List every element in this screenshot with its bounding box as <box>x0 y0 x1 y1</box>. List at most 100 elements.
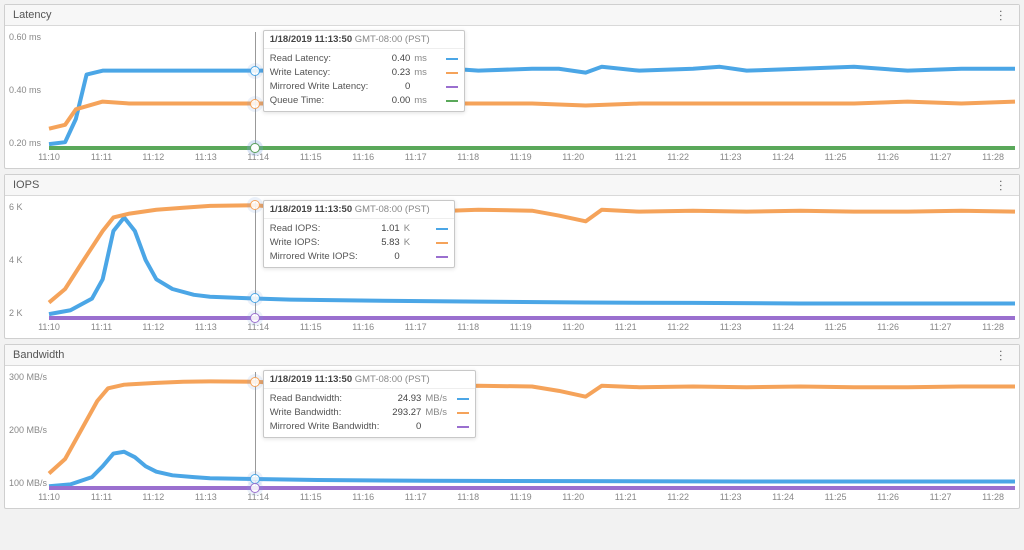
tooltip-row: Read IOPS: 1.01 K <box>270 222 448 236</box>
series-cursor-dot <box>250 99 260 109</box>
panel-title: Latency <box>13 9 52 21</box>
tooltip-label: Read Bandwidth: <box>270 392 380 406</box>
chart-area[interactable]: 0.60 ms 0.40 ms 0.20 ms 1/18/2019 11:13:… <box>5 26 1019 168</box>
tooltip-label: Mirrored Write Bandwidth: <box>270 420 380 434</box>
x-tick: 11:20 <box>562 322 584 336</box>
x-tick: 11:28 <box>982 152 1004 166</box>
x-tick: 11:11 <box>91 152 112 166</box>
plot-area[interactable] <box>49 202 1015 318</box>
kebab-menu-icon[interactable]: … <box>998 349 1011 362</box>
x-tick: 11:27 <box>930 322 952 336</box>
series-swatch <box>457 426 469 428</box>
x-tick: 11:20 <box>562 492 584 506</box>
tooltip-row: Queue Time:0.00ms <box>270 94 459 108</box>
tooltip-unit: K <box>404 222 430 236</box>
x-tick: 11:15 <box>300 492 322 506</box>
tooltip-value: 5.83 <box>362 236 400 250</box>
y-tick: 0.40 ms <box>9 85 49 95</box>
x-tick: 11:26 <box>877 322 899 336</box>
tooltip: 1/18/2019 11:13:50 GMT-08:00 (PST) Read … <box>263 370 477 438</box>
tooltip-label: Mirrored Write Latency: <box>270 80 369 94</box>
x-tick: 11:16 <box>352 492 374 506</box>
series-cursor-dot <box>250 66 260 76</box>
series-swatch <box>457 412 469 414</box>
tooltip-label: Read Latency: <box>270 52 369 66</box>
tooltip-timestamp: 1/18/2019 11:13:50 GMT-08:00 (PST) <box>264 371 476 389</box>
series-swatch <box>446 86 458 88</box>
x-tick: 11:19 <box>510 322 532 336</box>
x-tick: 11:28 <box>982 492 1004 506</box>
series-swatch <box>436 228 448 230</box>
y-tick: 4 K <box>9 255 49 265</box>
x-tick: 11:21 <box>615 492 637 506</box>
tooltip-row: Read Latency:0.40ms <box>270 52 459 66</box>
series-cursor-dot <box>250 313 260 323</box>
tooltip-label: Queue Time: <box>270 94 369 108</box>
tooltip-row: Mirrored Write Bandwidth:0 <box>270 420 470 434</box>
series-cursor-dot <box>250 293 260 303</box>
x-tick: 11:26 <box>877 152 899 166</box>
tooltip-unit: MB/s <box>425 392 451 406</box>
y-tick: 0.60 ms <box>9 32 49 42</box>
x-tick: 11:17 <box>405 322 427 336</box>
series-swatch <box>446 100 458 102</box>
tooltip: 1/18/2019 11:13:50 GMT-08:00 (PST) Read … <box>263 200 455 268</box>
tooltip-unit: ms <box>414 52 440 66</box>
x-tick: 11:13 <box>195 322 217 336</box>
tooltip-label: Write IOPS: <box>270 236 358 250</box>
x-tick: 11:26 <box>877 492 899 506</box>
x-tick: 11:15 <box>300 322 322 336</box>
x-tick: 11:19 <box>510 492 532 506</box>
tooltip-value: 0 <box>372 80 410 94</box>
x-tick: 11:24 <box>772 152 794 166</box>
x-axis: 11:1011:1111:1211:1311:1411:1511:1611:17… <box>49 492 1015 506</box>
tooltip-value: 0.23 <box>372 66 410 80</box>
tooltip-row: Write Bandwidth:293.27MB/s <box>270 406 470 420</box>
x-tick: 11:11 <box>91 322 112 336</box>
chart-area[interactable]: 300 MB/s 200 MB/s 100 MB/s 1/18/2019 11:… <box>5 366 1019 508</box>
tooltip-value: 0 <box>383 420 421 434</box>
x-tick: 11:16 <box>352 152 374 166</box>
x-tick: 11:12 <box>142 492 164 506</box>
x-tick: 11:23 <box>720 322 742 336</box>
tooltip-timestamp: 1/18/2019 11:13:50 GMT-08:00 (PST) <box>264 201 454 219</box>
plot-area[interactable] <box>49 32 1015 148</box>
chart-area[interactable]: 6 K 4 K 2 K 1/18/2019 11:13:50 GMT-08:00… <box>5 196 1019 338</box>
panel-title: IOPS <box>13 179 39 191</box>
series-swatch <box>446 58 458 60</box>
kebab-menu-icon[interactable]: … <box>998 9 1011 22</box>
y-tick: 300 MB/s <box>9 372 49 382</box>
series-swatch <box>446 72 458 74</box>
y-tick: 100 MB/s <box>9 478 49 488</box>
y-axis: 6 K 4 K 2 K <box>9 202 49 318</box>
series-swatch <box>457 398 469 400</box>
x-tick: 11:18 <box>457 152 479 166</box>
y-axis: 0.60 ms 0.40 ms 0.20 ms <box>9 32 49 148</box>
panel-header: Latency … <box>5 5 1019 26</box>
x-tick: 11:17 <box>405 492 427 506</box>
x-tick: 11:10 <box>38 492 60 506</box>
tooltip-row: Read Bandwidth:24.93MB/s <box>270 392 470 406</box>
series-cursor-dot <box>250 483 260 493</box>
bandwidth-panel: Bandwidth … 300 MB/s 200 MB/s 100 MB/s 1… <box>4 344 1020 509</box>
x-tick: 11:13 <box>195 492 217 506</box>
x-tick: 11:22 <box>667 322 689 336</box>
tooltip-row: Mirrored Write IOPS:0 <box>270 250 448 264</box>
x-tick: 11:21 <box>615 152 637 166</box>
plot-area[interactable] <box>49 372 1015 488</box>
x-tick: 11:15 <box>300 152 322 166</box>
kebab-menu-icon[interactable]: … <box>998 179 1011 192</box>
tooltip-row: Write Latency:0.23ms <box>270 66 459 80</box>
tooltip-unit: MB/s <box>425 406 451 420</box>
tooltip-value: 1.01 <box>362 222 400 236</box>
tooltip-timestamp: 1/18/2019 11:13:50 GMT-08:00 (PST) <box>264 31 465 49</box>
x-tick: 11:22 <box>667 492 689 506</box>
series-cursor-dot <box>250 200 260 210</box>
tooltip-row: Mirrored Write Latency:0 <box>270 80 459 94</box>
x-tick: 11:27 <box>930 492 952 506</box>
x-tick: 11:11 <box>91 492 112 506</box>
series-swatch <box>436 242 448 244</box>
tooltip-value: 0 <box>362 250 400 264</box>
tooltip-label: Read IOPS: <box>270 222 358 236</box>
x-tick: 11:22 <box>667 152 689 166</box>
